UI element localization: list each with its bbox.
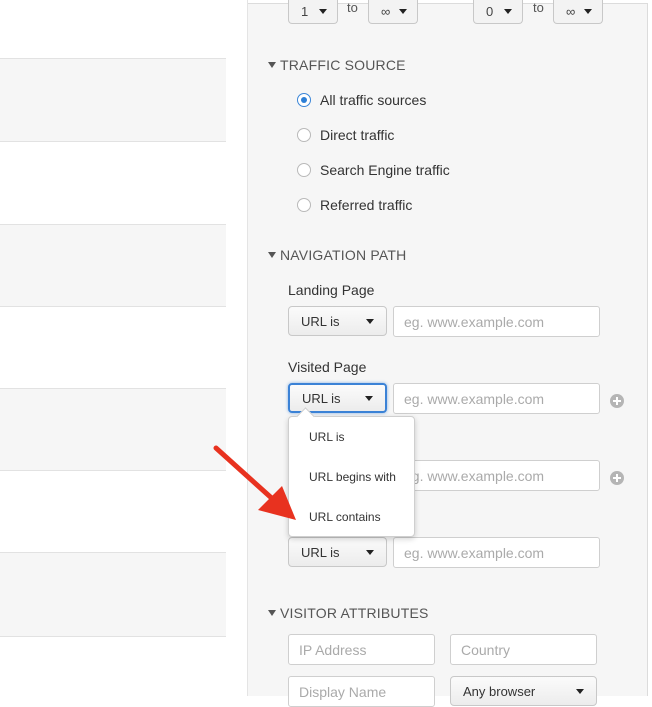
chevron-down-icon bbox=[399, 9, 407, 14]
landing-page-url-input[interactable]: eg. www.example.com bbox=[393, 306, 600, 337]
navigation-path-heading[interactable]: NAVIGATION PATH bbox=[268, 247, 406, 263]
list-item[interactable] bbox=[0, 636, 226, 696]
radio-referred-traffic[interactable]: Referred traffic bbox=[297, 197, 412, 213]
visited-page-url-input-2[interactable]: eg. www.example.com bbox=[393, 460, 600, 491]
input-placeholder: eg. www.example.com bbox=[404, 390, 545, 407]
radio-label: Referred traffic bbox=[320, 197, 413, 213]
visitor-attributes-heading[interactable]: VISITOR ATTRIBUTES bbox=[268, 605, 429, 621]
visitor-attributes-heading-label: VISITOR ATTRIBUTES bbox=[280, 605, 429, 621]
list-item[interactable] bbox=[0, 0, 226, 58]
range-to-select-left[interactable]: ∞ bbox=[368, 0, 418, 24]
input-placeholder: eg. www.example.com bbox=[404, 313, 545, 330]
list-item[interactable] bbox=[0, 470, 226, 552]
annotation-arrow-icon bbox=[213, 445, 296, 520]
navigation-path-heading-label: NAVIGATION PATH bbox=[280, 247, 407, 263]
radio-search-engine-traffic[interactable]: Search Engine traffic bbox=[297, 162, 450, 178]
select-value: URL is bbox=[302, 390, 341, 406]
list-item[interactable] bbox=[0, 224, 226, 306]
panel-scrollbar-edge bbox=[647, 0, 652, 696]
traffic-source-heading-label: TRAFFIC SOURCE bbox=[280, 57, 406, 73]
chevron-down-icon bbox=[365, 395, 373, 401]
visited-page-label: Visited Page bbox=[288, 359, 367, 375]
chevron-down-icon bbox=[584, 9, 592, 14]
range-from-select-right[interactable]: 0 bbox=[473, 0, 523, 24]
radio-icon[interactable] bbox=[297, 163, 311, 177]
input-placeholder: IP Address bbox=[299, 641, 367, 658]
add-condition-icon[interactable] bbox=[610, 471, 624, 485]
range-from-value: 0 bbox=[486, 4, 494, 19]
range-from-value: 1 bbox=[301, 4, 309, 19]
chevron-down-icon bbox=[504, 9, 512, 14]
select-value: Any browser bbox=[463, 683, 536, 699]
list-item[interactable] bbox=[0, 141, 226, 224]
radio-direct-traffic[interactable]: Direct traffic bbox=[297, 127, 394, 143]
radio-label: Search Engine traffic bbox=[320, 162, 450, 178]
range-to-select-right[interactable]: ∞ bbox=[553, 0, 603, 24]
radio-label: Direct traffic bbox=[320, 127, 395, 143]
collapse-triangle-icon bbox=[268, 62, 276, 68]
radio-selected-icon[interactable] bbox=[297, 93, 311, 107]
left-list bbox=[0, 0, 226, 696]
country-input[interactable]: Country bbox=[450, 634, 597, 665]
dropdown-option-url-is[interactable]: URL is bbox=[309, 430, 345, 444]
chevron-down-icon bbox=[366, 318, 374, 324]
list-item[interactable] bbox=[0, 306, 226, 388]
browser-select[interactable]: Any browser bbox=[450, 676, 597, 706]
radio-label: All traffic sources bbox=[320, 92, 427, 108]
chevron-down-icon bbox=[366, 549, 374, 555]
dropdown-option-url-begins-with[interactable]: URL begins with bbox=[309, 470, 396, 484]
input-placeholder: Country bbox=[461, 641, 511, 658]
input-placeholder: eg. www.example.com bbox=[404, 467, 545, 484]
visited-page-url-input-3[interactable]: eg. www.example.com bbox=[393, 537, 600, 568]
chevron-down-icon bbox=[319, 9, 327, 14]
range-to-value: ∞ bbox=[566, 4, 576, 19]
radio-all-traffic[interactable]: All traffic sources bbox=[297, 92, 426, 108]
landing-page-match-select[interactable]: URL is bbox=[288, 306, 387, 336]
traffic-source-heading[interactable]: TRAFFIC SOURCE bbox=[268, 57, 406, 73]
visited-page-match-select-3[interactable]: URL is bbox=[288, 537, 387, 567]
dropdown-option-url-contains[interactable]: URL contains bbox=[309, 510, 381, 524]
list-item[interactable] bbox=[0, 58, 226, 141]
select-value: URL is bbox=[301, 313, 340, 329]
to-label: to bbox=[533, 0, 544, 15]
list-item[interactable] bbox=[0, 388, 226, 470]
radio-icon[interactable] bbox=[297, 128, 311, 142]
input-placeholder: eg. www.example.com bbox=[404, 544, 545, 561]
landing-page-label: Landing Page bbox=[288, 282, 375, 298]
list-item[interactable] bbox=[0, 552, 226, 636]
collapse-triangle-icon bbox=[268, 610, 276, 616]
ip-address-input[interactable]: IP Address bbox=[288, 634, 435, 665]
range-from-select-left[interactable]: 1 bbox=[288, 0, 338, 24]
radio-icon[interactable] bbox=[297, 198, 311, 212]
display-name-input[interactable]: Display Name bbox=[288, 676, 435, 707]
visited-page-url-input[interactable]: eg. www.example.com bbox=[393, 383, 600, 414]
collapse-triangle-icon bbox=[268, 252, 276, 258]
range-to-value: ∞ bbox=[381, 4, 391, 19]
chevron-down-icon bbox=[576, 688, 584, 694]
add-condition-icon[interactable] bbox=[610, 394, 624, 408]
to-label: to bbox=[347, 0, 358, 15]
input-placeholder: Display Name bbox=[299, 683, 387, 700]
select-value: URL is bbox=[301, 544, 340, 560]
